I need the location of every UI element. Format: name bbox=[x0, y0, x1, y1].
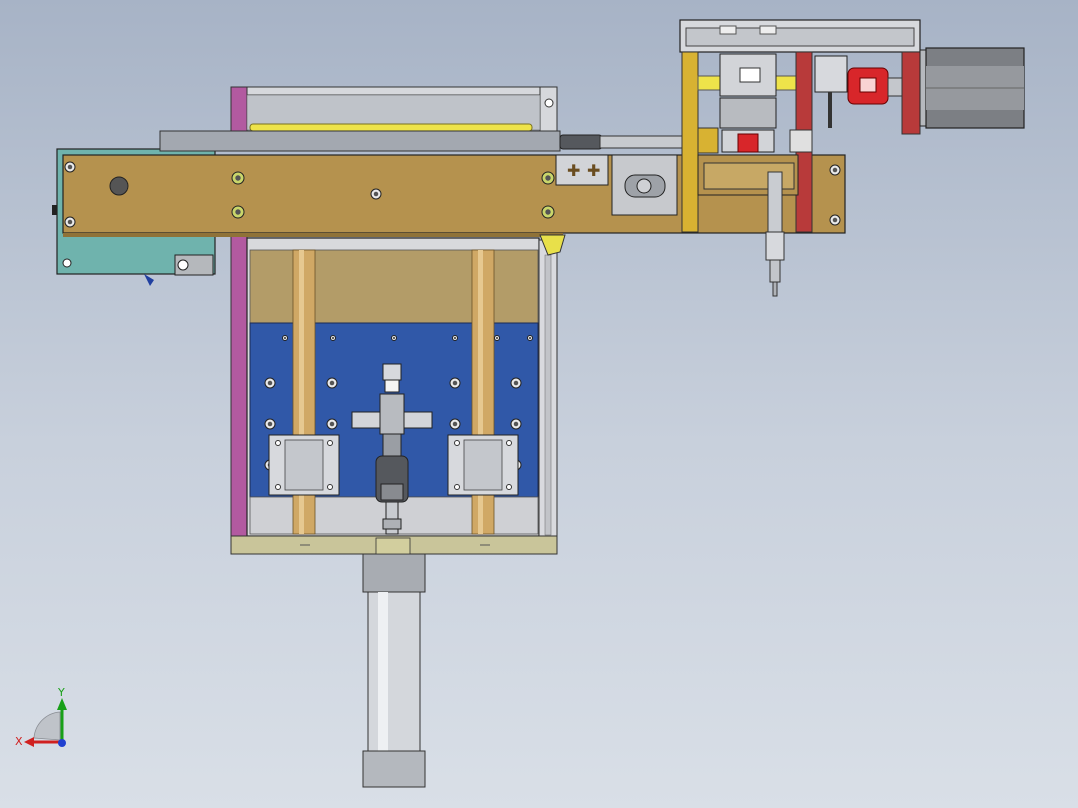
stepper-motor bbox=[919, 47, 1025, 129]
linear-block-right bbox=[447, 434, 519, 496]
top-rail bbox=[159, 86, 686, 152]
bottom-cylinder bbox=[362, 553, 426, 788]
linear-block-left bbox=[268, 434, 340, 496]
y-axis-label: Y bbox=[57, 686, 65, 699]
cad-viewport[interactable]: ✚ ✚ Y X bbox=[0, 0, 1078, 808]
svg-text:✚: ✚ bbox=[587, 161, 600, 180]
vertical-pin bbox=[765, 171, 785, 297]
assembly-drawing: ✚ ✚ Y X bbox=[15, 19, 1025, 788]
axis-triad: Y X bbox=[15, 686, 67, 748]
magenta-rail bbox=[230, 235, 248, 539]
x-axis-label: X bbox=[15, 735, 23, 748]
z-axis-dot bbox=[58, 739, 66, 747]
svg-text:✚: ✚ bbox=[567, 161, 580, 180]
